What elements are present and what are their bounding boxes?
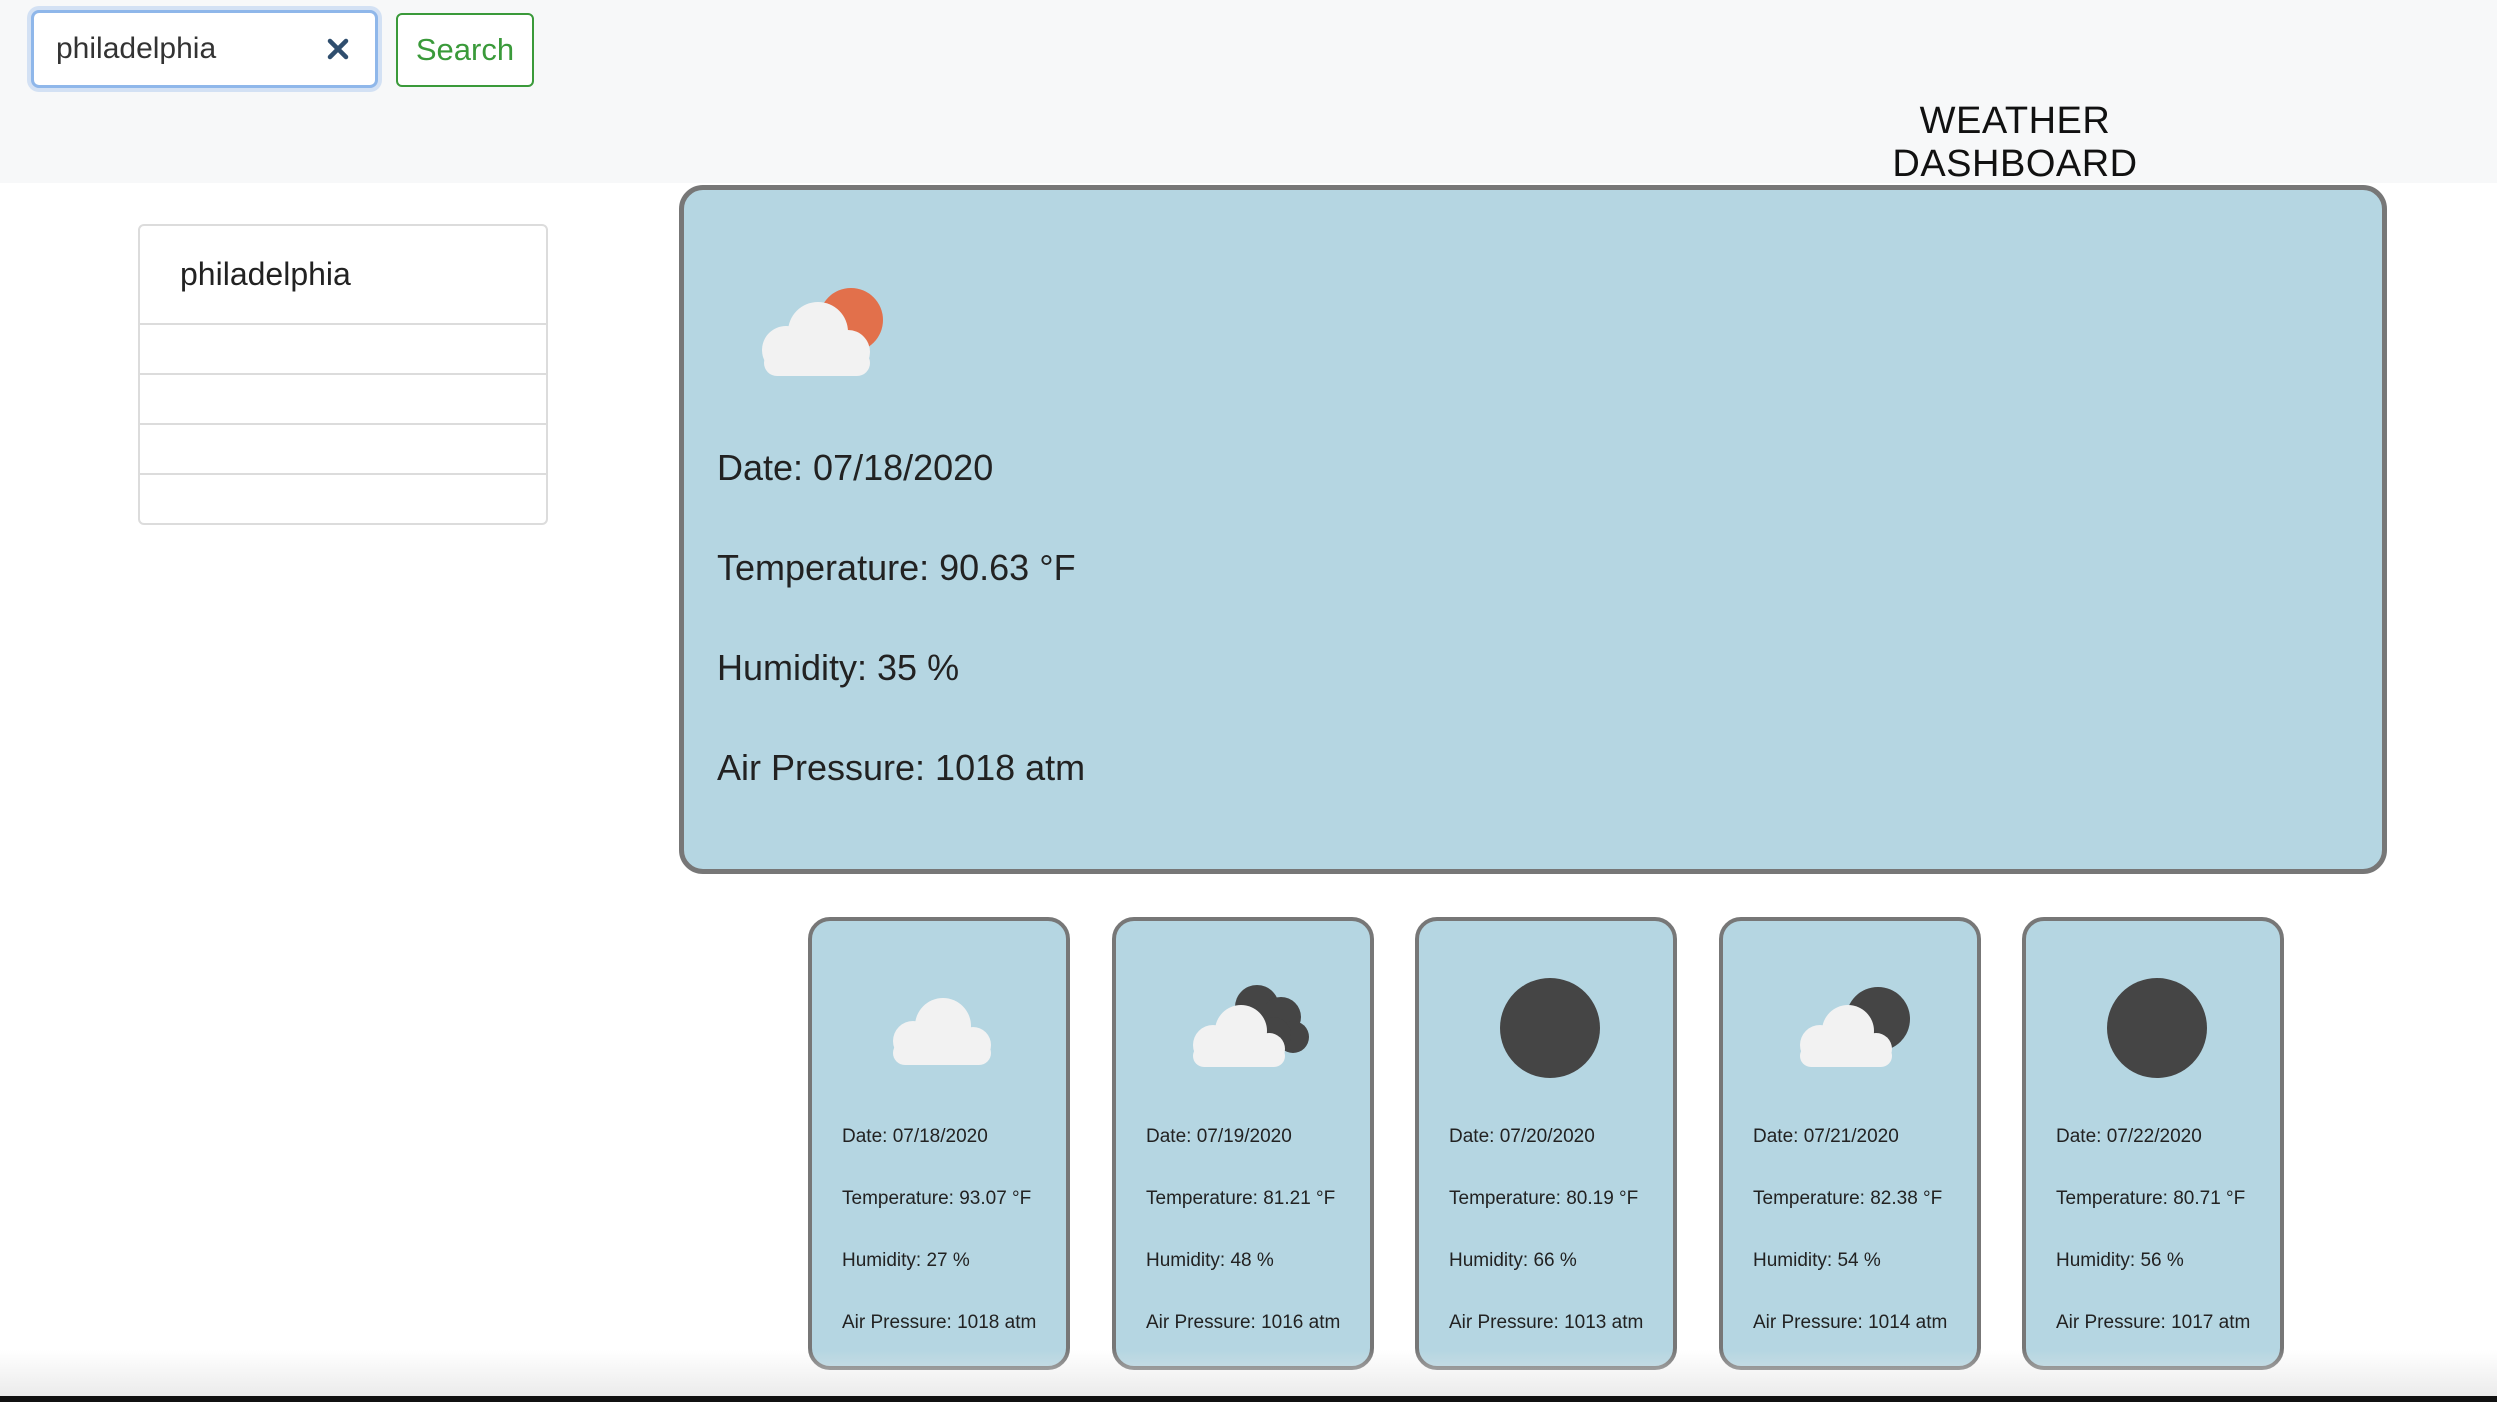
forecast-date: Date: 07/18/2020 [842, 1126, 988, 1147]
moon-icon [1500, 978, 1600, 1078]
forecast-card: Date: 07/19/2020 Temperature: 81.21 °F H… [1112, 917, 1374, 1370]
header-bar: Search WEATHER DASHBOARD [0, 0, 2497, 185]
forecast-date: Date: 07/21/2020 [1753, 1126, 1899, 1147]
search-box[interactable] [31, 10, 378, 88]
history-item[interactable] [140, 423, 546, 473]
forecast-humidity: Humidity: 48 % [1146, 1250, 1274, 1271]
forecast-date: Date: 07/19/2020 [1146, 1126, 1292, 1147]
forecast-date: Date: 07/20/2020 [1449, 1126, 1595, 1147]
partly-cloudy-night-icon [1800, 987, 1910, 1067]
forecast-temperature: Temperature: 81.21 °F [1146, 1188, 1336, 1209]
forecast-air-pressure: Air Pressure: 1018 atm [842, 1312, 1037, 1333]
forecast-humidity: Humidity: 54 % [1753, 1250, 1881, 1271]
forecast-date: Date: 07/22/2020 [2056, 1126, 2202, 1147]
forecast-temperature: Temperature: 80.19 °F [1449, 1188, 1639, 1209]
clear-icon[interactable] [320, 31, 356, 67]
history-item[interactable]: philadelphia [140, 226, 546, 323]
history-item[interactable] [140, 473, 546, 523]
moon-icon [2107, 978, 2207, 1078]
forecast-air-pressure: Air Pressure: 1013 atm [1449, 1312, 1644, 1333]
forecast-air-pressure: Air Pressure: 1014 atm [1753, 1312, 1948, 1333]
forecast-humidity: Humidity: 56 % [2056, 1250, 2184, 1271]
forecast-card: Date: 07/18/2020 Temperature: 93.07 °F H… [808, 917, 1070, 1370]
forecast-card: Date: 07/22/2020 Temperature: 80.71 °F H… [2022, 917, 2284, 1370]
forecast-temperature: Temperature: 80.71 °F [2056, 1188, 2246, 1209]
forecast-air-pressure: Air Pressure: 1016 atm [1146, 1312, 1341, 1333]
current-date: Date: 07/18/2020 [717, 447, 994, 488]
page-title: WEATHER DASHBOARD [1892, 100, 2138, 185]
history-item[interactable] [140, 323, 546, 373]
search-history-list: philadelphia [138, 224, 548, 525]
window-bottom-edge [0, 1396, 2497, 1402]
forecast-humidity: Humidity: 27 % [842, 1250, 970, 1271]
search-button[interactable]: Search [396, 13, 534, 87]
current-weather-card: Date: 07/18/2020 Temperature: 90.63 °F H… [679, 185, 2387, 874]
forecast-card: Date: 07/20/2020 Temperature: 80.19 °F H… [1415, 917, 1677, 1370]
search-input[interactable] [56, 13, 316, 85]
forecast-temperature: Temperature: 82.38 °F [1753, 1188, 1943, 1209]
forecast-card: Date: 07/21/2020 Temperature: 82.38 °F H… [1719, 917, 1981, 1370]
current-air-pressure: Air Pressure: 1018 atm [717, 747, 1086, 788]
partly-cloudy-sun-icon [762, 288, 883, 376]
forecast-air-pressure: Air Pressure: 1017 atm [2056, 1312, 2251, 1333]
history-item[interactable] [140, 373, 546, 423]
cloudy-night-icon [1193, 985, 1309, 1067]
current-humidity: Humidity: 35 % [717, 647, 960, 688]
current-temperature: Temperature: 90.63 °F [717, 547, 1076, 588]
forecast-temperature: Temperature: 93.07 °F [842, 1188, 1032, 1209]
cloud-icon [893, 998, 991, 1065]
forecast-humidity: Humidity: 66 % [1449, 1250, 1577, 1271]
